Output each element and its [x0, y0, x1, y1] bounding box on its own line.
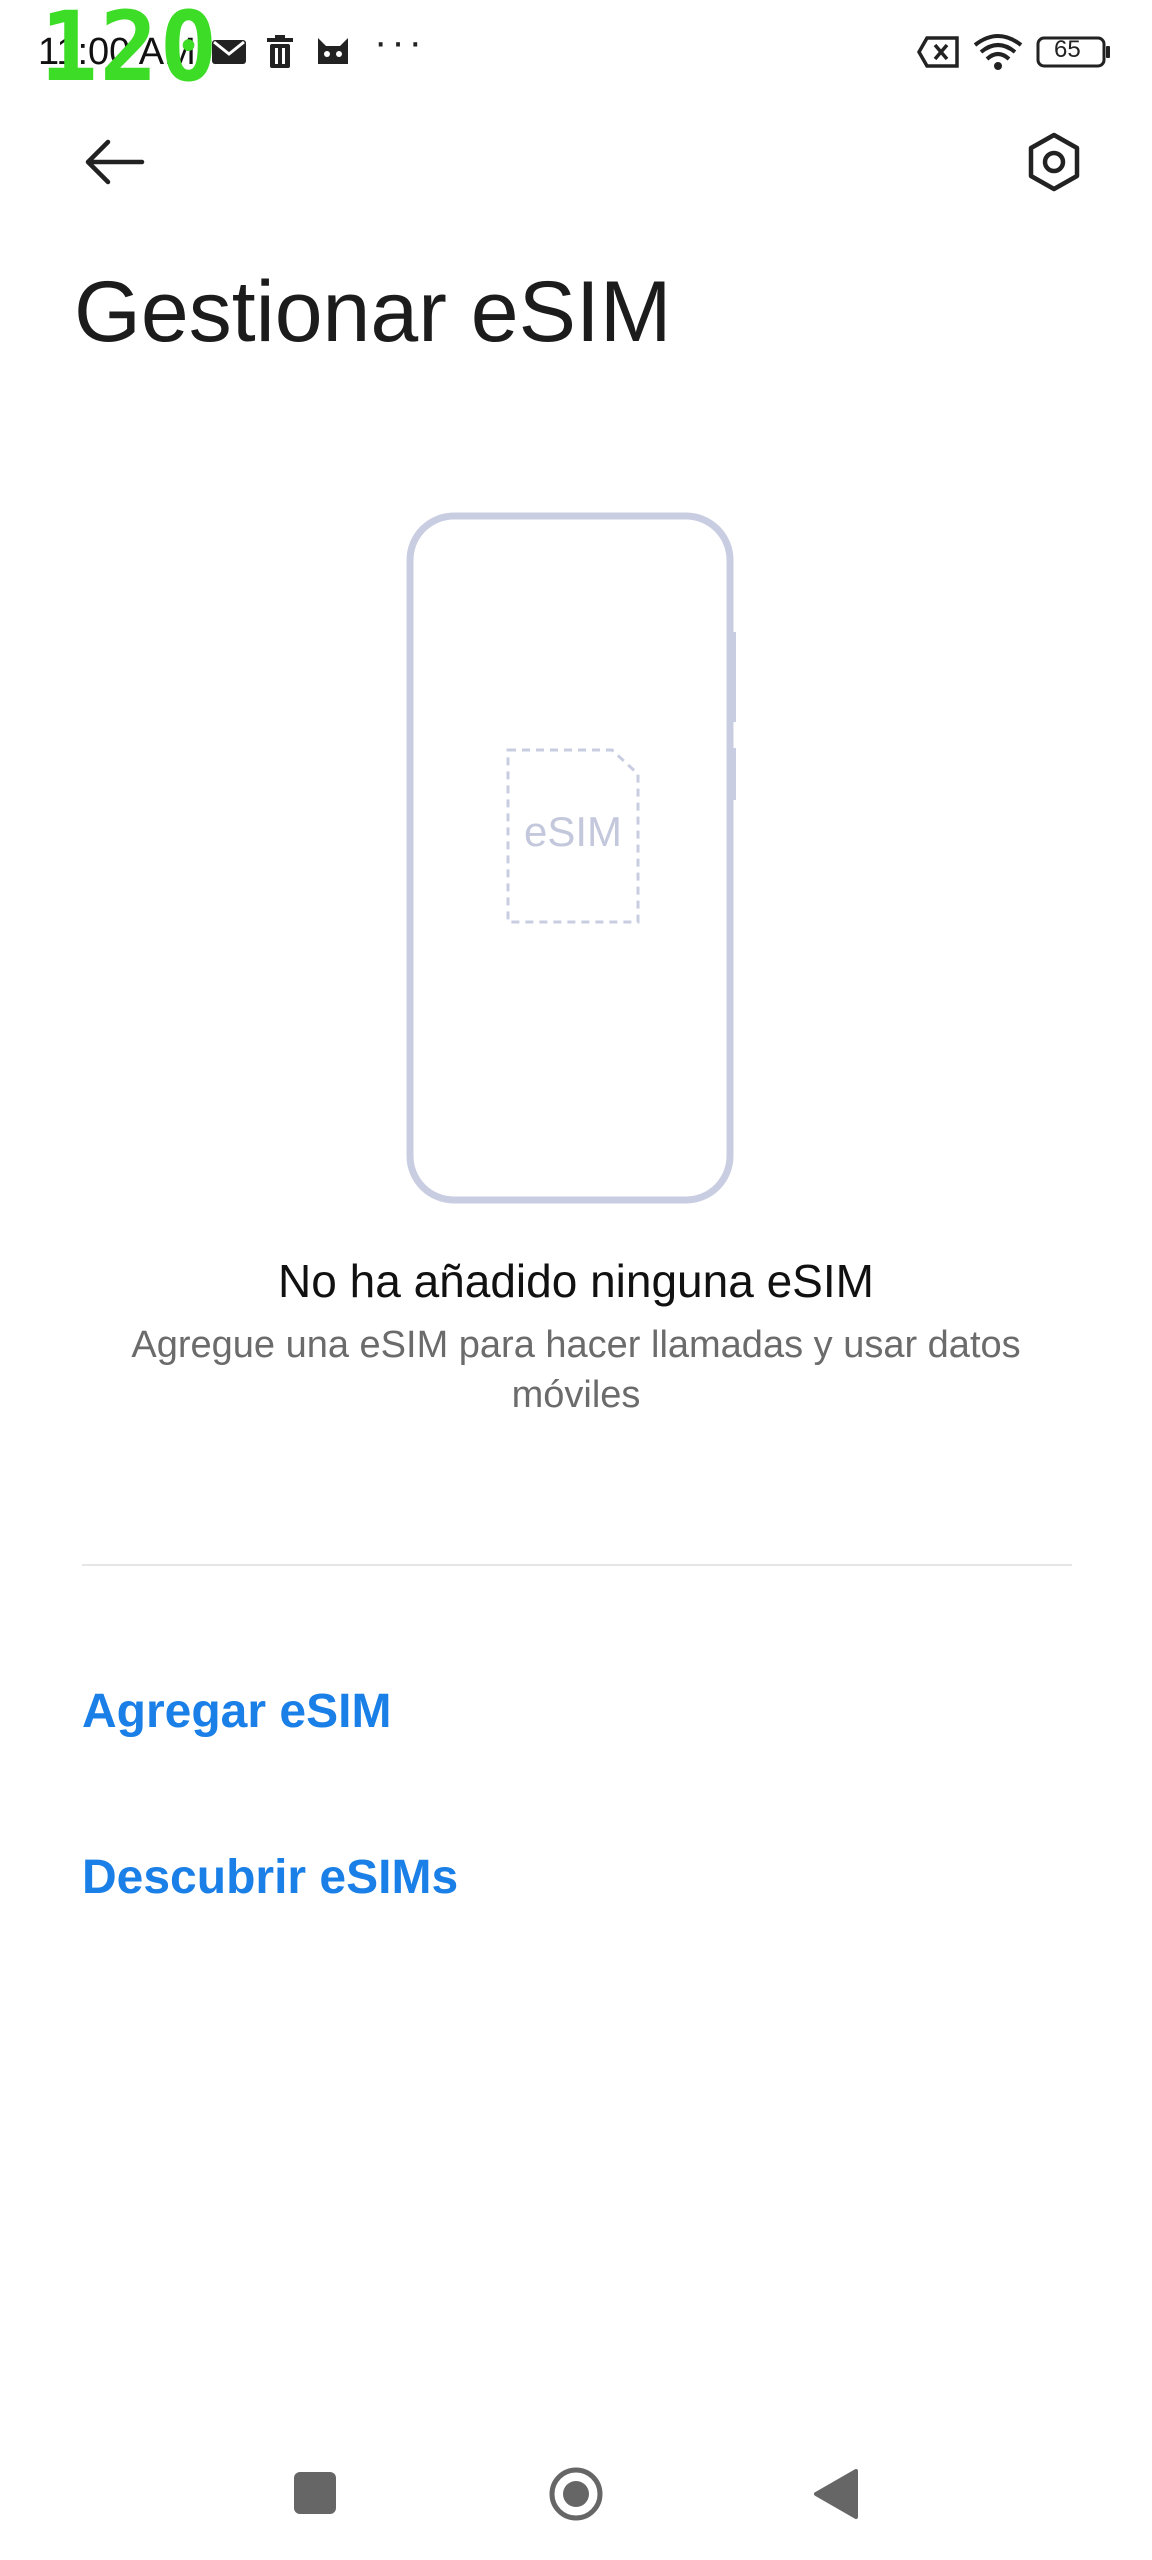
back-button[interactable]	[62, 110, 166, 214]
more-notifications-icon: ···	[374, 20, 426, 64]
cat-icon	[312, 28, 354, 76]
settings-button[interactable]	[1002, 110, 1106, 214]
divider	[82, 1564, 1072, 1566]
hexagon-gear-icon	[1028, 132, 1080, 192]
sim-off-icon	[914, 28, 964, 76]
empty-state-description: Agregue una eSIM para hacer llamadas y u…	[131, 1324, 1021, 1416]
phone-illustration: eSIM	[406, 512, 738, 1204]
add-esim-button[interactable]: Agregar eSIM	[82, 1682, 391, 1742]
status-bar: 11:00 AM 120 ··· 65	[0, 0, 1152, 110]
empty-state-title: No ha añadido ninguna eSIM	[278, 1255, 874, 1307]
wifi-icon	[972, 28, 1024, 76]
trash-icon	[260, 28, 300, 76]
battery-level: 65	[1054, 36, 1081, 63]
home-circle-icon[interactable]	[548, 2466, 604, 2522]
back-triangle-icon[interactable]	[812, 2468, 860, 2520]
page-title: Gestionar eSIM	[74, 264, 672, 360]
recents-square-icon[interactable]	[294, 2472, 336, 2514]
arrow-left-icon	[85, 139, 145, 185]
fps-overlay: 120	[40, 0, 220, 103]
esim-chip-label: eSIM	[523, 808, 623, 855]
mail-icon	[208, 28, 250, 76]
discover-esims-button[interactable]: Descubrir eSIMs	[82, 1848, 458, 1908]
battery-icon: 65	[1034, 28, 1114, 76]
